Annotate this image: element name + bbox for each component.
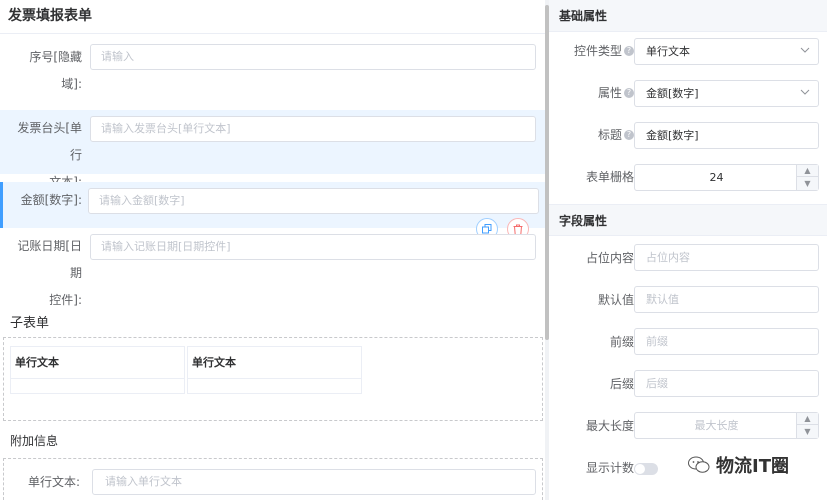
serial-input[interactable]: 请输入 <box>90 44 536 70</box>
prop-label-control-type: 控件类型? <box>574 37 634 65</box>
prop-label-placeholder: 占位内容 <box>585 251 634 265</box>
subform-title: 子表单 <box>10 316 50 331</box>
help-icon: ? <box>624 46 634 56</box>
basic-props-header: 基础属性 <box>549 0 827 32</box>
prop-label-caption: 标题? <box>598 121 634 149</box>
prop-label-prefix: 前缀 <box>609 335 634 349</box>
prop-label-suffix: 后缀 <box>609 377 634 391</box>
watermark: 物流IT圈 <box>688 452 789 478</box>
subform-column[interactable]: 单行文本 <box>187 346 362 394</box>
prop-label-maxlength: 最大长度 <box>585 419 634 433</box>
attribute-select[interactable]: 金额[数字] <box>634 80 819 107</box>
subform-container[interactable]: 单行文本 单行文本 <box>3 337 543 421</box>
prop-row-maxlength: 最大长度 最大长度 ▲ ▼ <box>549 412 827 440</box>
subform-column-header: 单行文本 <box>188 347 361 379</box>
prop-row-placeholder: 占位内容 占位内容 <box>549 244 827 272</box>
extra-info-container[interactable]: 单行文本: 请输入单行文本 <box>3 458 543 500</box>
prop-row-grid: 表单栅格 24 ▲ ▼ <box>549 163 827 191</box>
prop-row-default: 默认值 默认值 <box>549 286 827 314</box>
field-props-header: 字段属性 <box>549 204 827 236</box>
subform-column[interactable]: 单行文本 <box>10 346 185 394</box>
prop-row-suffix: 后缀 后缀 <box>549 370 827 398</box>
form-row-date[interactable]: 记账日期[日期 控件]: 请输入记账日期[日期控件] <box>0 228 545 307</box>
prop-label-default: 默认值 <box>597 293 634 307</box>
field-label-serial: 序号[隐藏 域]: <box>29 50 82 91</box>
grid-stepper[interactable]: ▲ ▼ <box>796 165 818 190</box>
date-input[interactable]: 请输入记账日期[日期控件] <box>90 234 536 260</box>
chevron-down-icon <box>800 47 810 53</box>
form-title: 发票填报表单 <box>0 0 545 34</box>
properties-panel: 基础属性 控件类型? 单行文本 属性? 金额[数字] 标题? 金额[数字] 表单… <box>549 0 827 500</box>
wechat-icon <box>688 456 710 473</box>
chevron-down-icon <box>800 89 810 95</box>
maxlength-input[interactable]: 最大长度 ▲ ▼ <box>634 412 819 439</box>
subform-table: 单行文本 单行文本 <box>10 346 364 394</box>
form-row-serial[interactable]: 序号[隐藏 域]: 请输入 <box>0 37 545 101</box>
form-canvas: 发票填报表单 序号[隐藏域]: 请输入 发票台头[单行文本]: 请输入发票台头[… <box>0 0 545 500</box>
prop-label-show-count: 显示计数 <box>585 461 634 475</box>
field-label-date: 记账日期[日期 控件]: <box>17 239 82 307</box>
form-row-invoice-header[interactable]: 发票台头[单行文本]: 请输入发票台头[单行文本] <box>0 110 545 189</box>
suffix-input[interactable]: 后缀 <box>634 370 819 397</box>
prop-row-prefix: 前缀 前缀 <box>549 328 827 356</box>
prop-row-attribute: 属性? 金额[数字] <box>549 79 827 107</box>
help-icon: ? <box>624 130 634 140</box>
subform-column-header: 单行文本 <box>11 347 184 379</box>
form-row-amount[interactable]: 金额[数字]: 请输入金额[数字] <box>0 182 545 228</box>
invoice-header-input[interactable]: 请输入发票台头[单行文本] <box>90 116 536 142</box>
prefix-input[interactable]: 前缀 <box>634 328 819 355</box>
prop-row-caption: 标题? 金额[数字] <box>549 121 827 149</box>
field-label-single-text: 单行文本: <box>28 475 81 489</box>
field-label-amount: 金额[数字]: <box>20 193 82 207</box>
prop-label-grid: 表单栅格 <box>585 170 634 184</box>
amount-input[interactable]: 请输入金额[数字] <box>88 188 539 214</box>
maxlength-stepper[interactable]: ▲ ▼ <box>796 413 818 438</box>
extra-info-title: 附加信息 <box>10 434 59 448</box>
single-text-input[interactable]: 请输入单行文本 <box>92 469 536 495</box>
chevron-down-icon: ▼ <box>804 426 811 436</box>
placeholder-input[interactable]: 占位内容 <box>634 244 819 271</box>
prop-label-attribute: 属性? <box>598 79 634 107</box>
chevron-down-icon: ▼ <box>804 178 811 188</box>
prop-row-control-type: 控件类型? 单行文本 <box>549 37 827 65</box>
grid-number-input[interactable]: 24 ▲ ▼ <box>634 164 819 191</box>
help-icon: ? <box>624 88 634 98</box>
show-count-switch[interactable] <box>634 463 658 475</box>
default-value-input[interactable]: 默认值 <box>634 286 819 313</box>
caption-input[interactable]: 金额[数字] <box>634 122 819 149</box>
control-type-select[interactable]: 单行文本 <box>634 38 819 65</box>
